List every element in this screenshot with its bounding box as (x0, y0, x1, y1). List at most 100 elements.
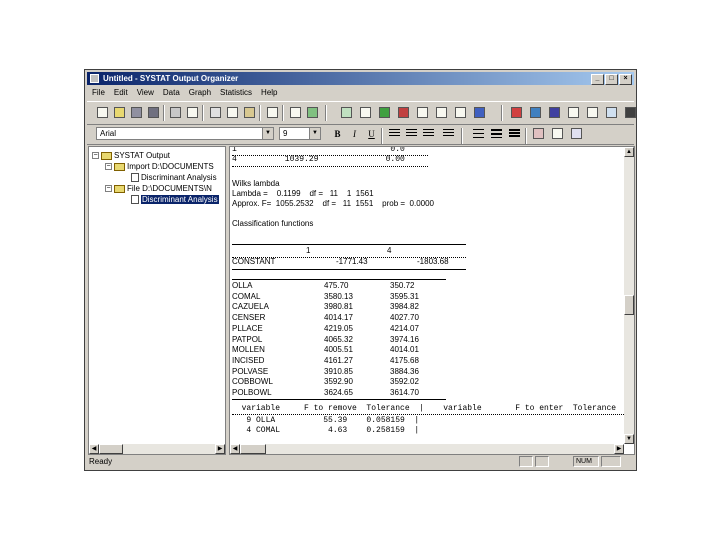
title-bar: Untitled - SYSTAT Output Organizer _ □ × (87, 72, 634, 85)
bold-button[interactable]: B (331, 128, 344, 140)
function-value: 4027.70 (390, 313, 419, 323)
regression-icon[interactable] (568, 107, 579, 118)
open-icon[interactable] (114, 107, 125, 118)
scatter-icon[interactable] (360, 107, 371, 118)
function-label: CENSER (232, 313, 266, 323)
app-icon (90, 74, 99, 83)
italic-button[interactable]: I (348, 128, 361, 140)
align-center-icon[interactable] (406, 129, 417, 138)
collapse-icon[interactable]: − (105, 185, 112, 193)
underline-button[interactable]: U (365, 128, 378, 140)
menu-edit[interactable]: Edit (114, 86, 128, 99)
chevron-down-icon[interactable]: ▼ (309, 128, 320, 139)
function-label: INCISED (232, 355, 265, 365)
cut-icon[interactable] (210, 107, 221, 118)
tree-leaf-discriminant-2[interactable]: Discriminant Analysis (131, 194, 219, 205)
scroll-thumb[interactable] (99, 444, 123, 454)
scroll-down-icon[interactable]: ▼ (624, 434, 634, 444)
save-icon[interactable] (131, 107, 142, 118)
link-icon[interactable] (571, 128, 582, 139)
menu-file[interactable]: File (92, 86, 105, 99)
folder-icon (101, 151, 112, 160)
print-icon[interactable] (170, 107, 181, 118)
thin-lines-icon[interactable] (473, 129, 484, 138)
function-value: 4065.32 (324, 334, 353, 344)
nonparametric-icon[interactable] (587, 107, 598, 118)
tree-horizontal-scrollbar[interactable]: ◀ ▶ (89, 444, 225, 454)
insert-icon[interactable] (267, 107, 278, 118)
status-panel (601, 456, 621, 467)
scroll-left-icon[interactable]: ◀ (230, 444, 240, 454)
menu-bar: File Edit View Data Graph Statistics Hel… (87, 86, 634, 99)
function-value: 3580.13 (324, 291, 353, 301)
menu-view[interactable]: View (137, 86, 154, 99)
output-pane: 1 0.0 4 1039.29 0.00 Wilks lambda Lambda… (229, 146, 635, 455)
anova-icon[interactable] (549, 107, 560, 118)
function-label: COMAL (232, 291, 261, 301)
classification-title: Classification functions (232, 219, 314, 228)
bar-chart-icon[interactable] (341, 107, 352, 118)
indent-icon[interactable] (443, 129, 454, 138)
new-icon[interactable] (97, 107, 108, 118)
print-preview-icon[interactable] (187, 107, 198, 118)
align-left-icon[interactable] (389, 129, 400, 138)
run-icon[interactable] (307, 107, 318, 118)
menu-graph[interactable]: Graph (189, 86, 211, 99)
function-value: 3592.02 (390, 377, 419, 387)
medium-lines-icon[interactable] (491, 129, 502, 138)
cluster-icon[interactable] (606, 107, 617, 118)
scroll-right-icon[interactable]: ▶ (614, 444, 624, 454)
output-horizontal-scrollbar[interactable]: ◀ ▶ (230, 444, 624, 454)
close-button[interactable]: × (619, 74, 632, 85)
histogram-icon[interactable] (398, 107, 409, 118)
menu-help[interactable]: Help (261, 86, 277, 99)
stats-icon[interactable] (511, 107, 522, 118)
output-text: 4 1039.29 0.00 (232, 155, 405, 164)
collapse-icon[interactable]: − (105, 163, 112, 171)
maximize-button[interactable]: □ (605, 74, 618, 85)
align-right-icon[interactable] (423, 129, 434, 138)
data-editor-icon[interactable] (290, 107, 301, 118)
paste-icon[interactable] (244, 107, 255, 118)
function-label: PLLACE (232, 323, 263, 333)
output-vertical-scrollbar[interactable]: ▲ ▼ (624, 147, 634, 444)
scroll-left-icon[interactable]: ◀ (89, 444, 99, 454)
function-value: 4014.17 (324, 313, 353, 323)
tree-leaf-discriminant-1[interactable]: Discriminant Analysis (131, 172, 217, 183)
chart-format-icon[interactable] (533, 128, 544, 139)
tree-root[interactable]: − SYSTAT Output (92, 150, 170, 161)
function-value: 3980.81 (324, 302, 353, 312)
decimal-icon[interactable] (552, 128, 563, 139)
function-value: 3984.82 (390, 302, 419, 312)
scroll-thumb[interactable] (240, 444, 266, 454)
collapse-icon[interactable]: − (92, 152, 99, 160)
menu-data[interactable]: Data (163, 86, 180, 99)
globe-icon[interactable] (474, 107, 485, 118)
standard-toolbar (87, 101, 636, 125)
minimize-button[interactable]: _ (591, 74, 604, 85)
menu-statistics[interactable]: Statistics (220, 86, 252, 99)
scroll-thumb[interactable] (624, 295, 634, 315)
variable-table-header: variable F to remove Tolerance | variabl… (232, 404, 617, 413)
wilks-line: Approx. F= 1055.2532 df = 11 1551 prob =… (232, 199, 434, 208)
thick-lines-icon[interactable] (509, 129, 520, 138)
save-all-icon[interactable] (148, 107, 159, 118)
function-value: 4014.01 (390, 345, 419, 355)
scroll-right-icon[interactable]: ▶ (215, 444, 225, 454)
tree-node-import[interactable]: − Import D:\DOCUMENTS (105, 161, 214, 172)
pie-chart-icon[interactable] (379, 107, 390, 118)
font-select[interactable]: Arial ▼ (96, 127, 274, 140)
scroll-up-icon[interactable]: ▲ (624, 147, 634, 157)
line-plot-icon[interactable] (455, 107, 466, 118)
font-size-select[interactable]: 9 ▼ (279, 127, 321, 140)
box-plot-icon[interactable] (436, 107, 447, 118)
table-icon[interactable] (530, 107, 541, 118)
copy-icon[interactable] (227, 107, 238, 118)
tree-node-file[interactable]: − File D:\DOCUMENTS\N (105, 183, 212, 194)
chevron-down-icon[interactable]: ▼ (262, 128, 273, 139)
output-tree: − SYSTAT Output − Import D:\DOCUMENTS Disc… (88, 146, 226, 455)
more-tools-icon[interactable] (625, 107, 636, 118)
dot-plot-icon[interactable] (417, 107, 428, 118)
function-label: PATPOL (232, 334, 263, 344)
function-value: 3624.65 (324, 388, 353, 397)
